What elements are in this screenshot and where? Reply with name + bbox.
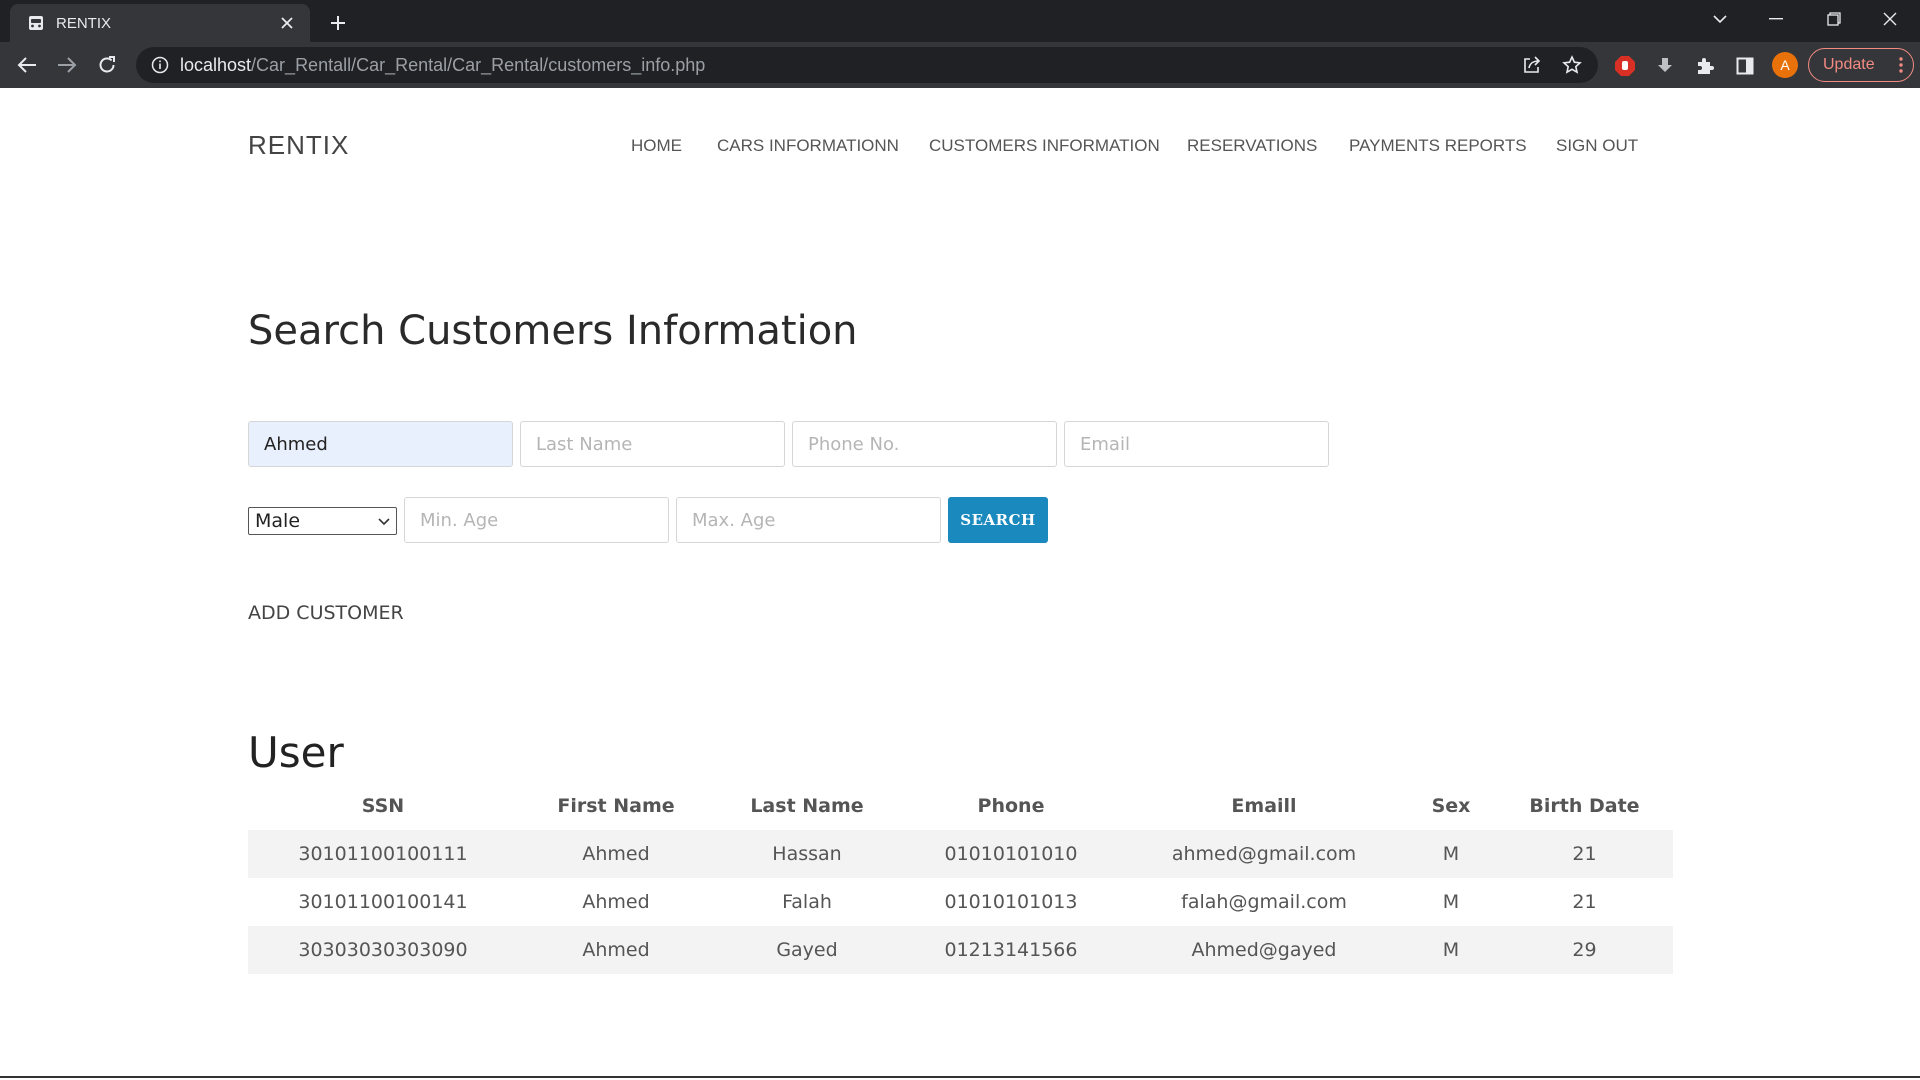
share-icon[interactable]: [1522, 55, 1542, 75]
cell-first-name: Ahmed: [582, 843, 650, 865]
cell-phone: 01010101013: [944, 891, 1078, 913]
column-header-sex: Sex: [1431, 795, 1471, 817]
nav-sign-out[interactable]: SIGN OUT: [1556, 136, 1638, 156]
nav-customers-information[interactable]: CUSTOMERS INFORMATION: [929, 136, 1160, 156]
update-label: Update: [1823, 56, 1875, 73]
first-name-input[interactable]: [248, 421, 513, 467]
column-header-ssn: SSN: [361, 795, 405, 817]
cell-last-name: Gayed: [776, 939, 838, 961]
cell-birth-date: 29: [1572, 939, 1597, 961]
reload-icon[interactable]: [92, 50, 122, 80]
phone-input[interactable]: [792, 421, 1057, 467]
chevron-down-icon: [376, 512, 392, 534]
url-path: /Car_Rentall/Car_Rental/Car_Rental/custo…: [251, 54, 706, 75]
column-header-first-name: First Name: [557, 795, 675, 817]
search-button[interactable]: SEARCH: [948, 497, 1048, 543]
close-tab-icon[interactable]: [276, 12, 298, 34]
car-favicon-icon: [26, 13, 46, 33]
cell-sex: M: [1442, 843, 1460, 865]
users-heading: User: [248, 728, 344, 777]
nav-home[interactable]: HOME: [631, 136, 682, 156]
browser-toolbar: localhost/Car_Rentall/Car_Rental/Car_Ren…: [0, 42, 1920, 88]
users-table: SSN First Name Last Name Phone Emaill Se…: [248, 782, 1673, 974]
address-bar[interactable]: localhost/Car_Rentall/Car_Rental/Car_Ren…: [136, 47, 1598, 83]
cell-birth-date: 21: [1572, 843, 1597, 865]
sex-select[interactable]: Male: [248, 507, 397, 535]
url-text: localhost/Car_Rentall/Car_Rental/Car_Ren…: [180, 55, 705, 76]
sex-selected-value: Male: [255, 510, 301, 532]
cell-birth-date: 21: [1572, 891, 1597, 913]
browser-update-button[interactable]: Update: [1808, 48, 1914, 82]
last-name-input[interactable]: [520, 421, 785, 467]
cell-ssn: 30101100100111: [298, 843, 468, 865]
cell-email: ahmed@gmail.com: [1171, 843, 1357, 865]
side-panel-icon[interactable]: [1734, 55, 1756, 77]
browser-tab-bar: RENTIX: [0, 0, 1920, 42]
table-row: 30101100100141 Ahmed Falah 01010101013 f…: [248, 878, 1673, 926]
cell-phone: 01213141566: [944, 939, 1078, 961]
column-header-email: Emaill: [1231, 795, 1297, 817]
profile-avatar[interactable]: A: [1772, 52, 1798, 78]
tab-title: RENTIX: [56, 14, 112, 32]
nav-payments-reports[interactable]: PAYMENTS REPORTS: [1349, 136, 1527, 156]
cell-ssn: 30101100100141: [298, 891, 468, 913]
min-age-input[interactable]: [404, 497, 669, 543]
add-customer-link[interactable]: ADD CUSTOMER: [248, 602, 404, 624]
cell-email: Ahmed@gayed: [1191, 939, 1337, 961]
page-content: RENTIX HOME CARS INFORMATIONN CUSTOMERS …: [0, 88, 1920, 1078]
table-header-row: SSN First Name Last Name Phone Emaill Se…: [248, 782, 1673, 830]
page-bottom-divider: [0, 1076, 1920, 1078]
url-host: localhost: [180, 54, 252, 75]
cell-last-name: Hassan: [772, 843, 842, 865]
column-header-birth-date: Birth Date: [1529, 795, 1640, 817]
adblock-extension-icon[interactable]: [1614, 55, 1636, 77]
email-input[interactable]: [1064, 421, 1329, 467]
site-info-icon[interactable]: [150, 55, 170, 75]
cell-last-name: Falah: [782, 891, 832, 913]
bookmark-star-icon[interactable]: [1562, 55, 1582, 75]
new-tab-icon[interactable]: [324, 9, 352, 37]
column-header-phone: Phone: [977, 795, 1045, 817]
cell-email: falah@gmail.com: [1181, 891, 1347, 913]
extensions-puzzle-icon[interactable]: [1694, 55, 1716, 77]
nav-cars-information[interactable]: CARS INFORMATIONN: [717, 136, 899, 156]
browser-tab[interactable]: RENTIX: [10, 4, 310, 42]
cell-ssn: 30303030303090: [298, 939, 468, 961]
max-age-input[interactable]: [676, 497, 941, 543]
nav-reservations[interactable]: RESERVATIONS: [1187, 136, 1317, 156]
restore-icon[interactable]: [1806, 0, 1862, 38]
minimize-icon[interactable]: [1748, 0, 1804, 38]
close-window-icon[interactable]: [1862, 0, 1918, 38]
more-vertical-icon[interactable]: [1899, 56, 1903, 79]
table-row: 30303030303090 Ahmed Gayed 01213141566 A…: [248, 926, 1673, 974]
cell-sex: M: [1442, 939, 1460, 961]
tab-search-chevron-icon[interactable]: [1692, 0, 1748, 38]
column-header-last-name: Last Name: [750, 795, 864, 817]
download-extension-icon[interactable]: [1654, 55, 1676, 77]
cell-sex: M: [1442, 891, 1460, 913]
search-heading: Search Customers Information: [248, 308, 858, 354]
cell-first-name: Ahmed: [582, 939, 650, 961]
cell-first-name: Ahmed: [582, 891, 650, 913]
back-arrow-icon[interactable]: [12, 50, 42, 80]
site-brand-logo[interactable]: RENTIX: [248, 130, 349, 161]
cell-phone: 01010101010: [944, 843, 1078, 865]
table-row: 30101100100111 Ahmed Hassan 01010101010 …: [248, 830, 1673, 878]
forward-arrow-icon[interactable]: [52, 50, 82, 80]
